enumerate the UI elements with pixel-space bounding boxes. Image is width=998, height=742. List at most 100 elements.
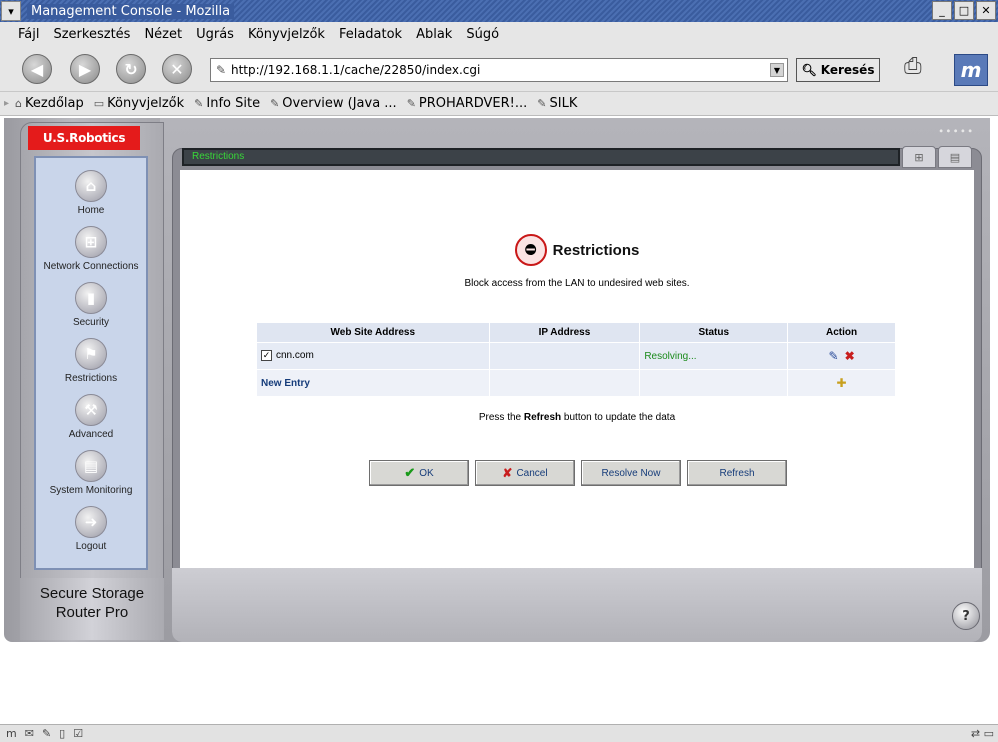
- bookmarks-toolbar: ▸ ⌂ Kezdőlap ▭ Könyvjelzők ✎ Info Site ✎ Ove…: [0, 92, 998, 116]
- table-row: New Entry ✚: [256, 369, 896, 397]
- close-button[interactable]: ✕: [976, 1, 996, 20]
- search-button[interactable]: 🔍︎ Keresés: [796, 58, 880, 82]
- add-icon[interactable]: ✚: [837, 376, 847, 390]
- grip-dots-icon: ∙∙∙∙∙: [938, 126, 975, 137]
- toolbar-grip-icon[interactable]: ▸: [4, 98, 9, 109]
- sitemap-icon[interactable]: ⊞: [902, 146, 936, 168]
- resolve-now-button[interactable]: Resolve Now: [581, 460, 681, 486]
- ip-address-cell: [488, 342, 641, 370]
- menu-file[interactable]: Fájl: [18, 27, 39, 42]
- sidebar-item-system-monitoring[interactable]: ▤ System Monitoring: [36, 450, 146, 506]
- bookmark-icon: ✎: [194, 97, 204, 110]
- sidebar-item-home[interactable]: ⌂ Home: [36, 170, 146, 226]
- restrictions-icon: ⛔︎: [514, 234, 547, 266]
- logout-icon: ➜: [75, 506, 107, 538]
- column-header: Web Site Address: [256, 322, 490, 343]
- sidebar-item-security[interactable]: ▮ Security: [36, 282, 146, 338]
- menubar: Fájl Szerkesztés Nézet Ugrás Könyvjelzők…: [0, 22, 998, 46]
- bookmark-icon: ✎: [537, 97, 547, 110]
- page-icon: ✎: [215, 63, 227, 77]
- table-row: ✓ cnn.com Resolving... ✎ ✖: [256, 342, 896, 370]
- menu-edit[interactable]: Szerkesztés: [53, 27, 130, 42]
- mozilla-status-icon[interactable]: ⅿ: [6, 727, 17, 740]
- empty-cell: [639, 369, 789, 397]
- column-header: IP Address: [488, 322, 641, 343]
- window-menu-button[interactable]: ▾: [1, 1, 21, 21]
- bookmark-silk[interactable]: ✎ SILK: [537, 96, 577, 111]
- forward-button[interactable]: ▶: [70, 54, 100, 84]
- list-view-icon[interactable]: ▤: [938, 146, 972, 168]
- empty-cell: [488, 369, 641, 397]
- status-cell: Resolving...: [639, 342, 789, 370]
- sidebar-item-label: Security: [72, 317, 110, 328]
- addressbook-icon[interactable]: ▯: [59, 727, 65, 740]
- window-titlebar: ▾ Management Console - Mozilla _ □ ✕: [0, 0, 998, 22]
- button-row: ✔ OK ✘ Cancel Resolve Now Refresh: [369, 460, 787, 486]
- back-button[interactable]: ◀: [22, 54, 52, 84]
- back-arrow-icon: ◀: [30, 59, 44, 79]
- bookmark-folder[interactable]: ▭ Könyvjelzők: [94, 96, 184, 111]
- menu-tasks[interactable]: Feladatok: [339, 27, 402, 42]
- router-console: U.S.Robotics ⌂ Home ⊞ Network Connection…: [0, 118, 998, 642]
- ok-button[interactable]: ✔ OK: [369, 460, 469, 486]
- bookmark-home[interactable]: ⌂ Kezdőlap: [15, 96, 84, 111]
- column-header: Status: [639, 322, 789, 343]
- console-status-bar: Restrictions: [182, 148, 900, 166]
- url-text[interactable]: http://192.168.1.1/cache/22850/index.cgi: [231, 63, 480, 77]
- content-footer: [172, 568, 982, 642]
- connection-status-icon: ⇄ ▭: [970, 727, 994, 740]
- sidebar-item-logout[interactable]: ➜ Logout: [36, 506, 146, 562]
- search-label: Keresés: [820, 63, 875, 77]
- composer-icon[interactable]: ✎: [42, 727, 51, 740]
- home-icon: ⌂: [75, 170, 107, 202]
- url-bar[interactable]: ✎ http://192.168.1.1/cache/22850/index.c…: [210, 58, 788, 82]
- sidebar-item-label: Advanced: [68, 429, 114, 440]
- usrobotics-logo: U.S.Robotics: [28, 126, 140, 150]
- checkmark-icon: ✔: [404, 465, 416, 480]
- house-icon: ⌂: [15, 97, 23, 110]
- lock-icon: ▮: [75, 282, 107, 314]
- minimize-button[interactable]: _: [932, 1, 952, 20]
- sidebar-item-label: Home: [77, 205, 105, 216]
- stop-button[interactable]: ✕: [162, 54, 192, 84]
- browser-status-bar: ⅿ ✉ ✎ ▯ ☑ ⇄ ▭: [0, 724, 998, 742]
- main-content: ⛔︎ Restrictions Block access from the LA…: [180, 170, 974, 568]
- maximize-button[interactable]: □: [954, 1, 974, 20]
- stop-icon: ✕: [170, 59, 184, 79]
- bookmark-overview[interactable]: ✎ Overview (Java ...: [270, 96, 397, 111]
- bookmark-prohardver[interactable]: ✎ PROHARDVER!...: [407, 96, 528, 111]
- refresh-hint: Press the Refresh button to update the d…: [478, 412, 676, 423]
- menu-view[interactable]: Nézet: [144, 27, 182, 42]
- url-dropdown-icon[interactable]: ▼: [770, 63, 784, 77]
- help-icon[interactable]: ?: [952, 602, 980, 630]
- menu-bookmarks[interactable]: Könyvjelzők: [248, 27, 325, 42]
- sidebar-item-restrictions[interactable]: ⚑ Restrictions: [36, 338, 146, 394]
- refresh-button[interactable]: Refresh: [687, 460, 787, 486]
- sidebar-item-network-connections[interactable]: ⊞ Network Connections: [36, 226, 146, 282]
- sidebar-item-label: System Monitoring: [49, 485, 133, 496]
- sidebar-item-advanced[interactable]: ⚒ Advanced: [36, 394, 146, 450]
- reload-button[interactable]: ↻: [116, 54, 146, 84]
- product-name-line2: Router Pro: [55, 604, 129, 621]
- network-icon: ⊞: [75, 226, 107, 258]
- monitor-icon: ▤: [75, 450, 107, 482]
- bookmark-info-site[interactable]: ✎ Info Site: [194, 96, 260, 111]
- forward-arrow-icon: ▶: [78, 59, 92, 79]
- product-name: Secure Storage Router Pro: [20, 578, 164, 640]
- menu-help[interactable]: Súgó: [466, 27, 499, 42]
- sidebar-item-label: Restrictions: [64, 373, 118, 384]
- edit-icon[interactable]: ✎: [829, 349, 839, 363]
- menu-window[interactable]: Ablak: [416, 27, 452, 42]
- cancel-button[interactable]: ✘ Cancel: [475, 460, 575, 486]
- delete-icon[interactable]: ✖: [845, 349, 855, 363]
- irc-icon[interactable]: ☑: [73, 727, 83, 740]
- navigation-toolbar: ◀ ▶ ↻ ✕ ✎ http://192.168.1.1/cache/22850…: [0, 46, 998, 92]
- enable-checkbox[interactable]: ✓: [261, 350, 272, 362]
- print-icon[interactable]: ⎙: [904, 54, 942, 84]
- menu-go[interactable]: Ugrás: [196, 27, 234, 42]
- restrictions-icon: ⚑: [75, 338, 107, 370]
- mail-icon[interactable]: ✉: [25, 727, 34, 740]
- new-entry-link[interactable]: New Entry: [256, 369, 490, 397]
- bookmark-icon: ✎: [406, 97, 416, 110]
- product-name-line1: Secure Storage: [39, 585, 145, 602]
